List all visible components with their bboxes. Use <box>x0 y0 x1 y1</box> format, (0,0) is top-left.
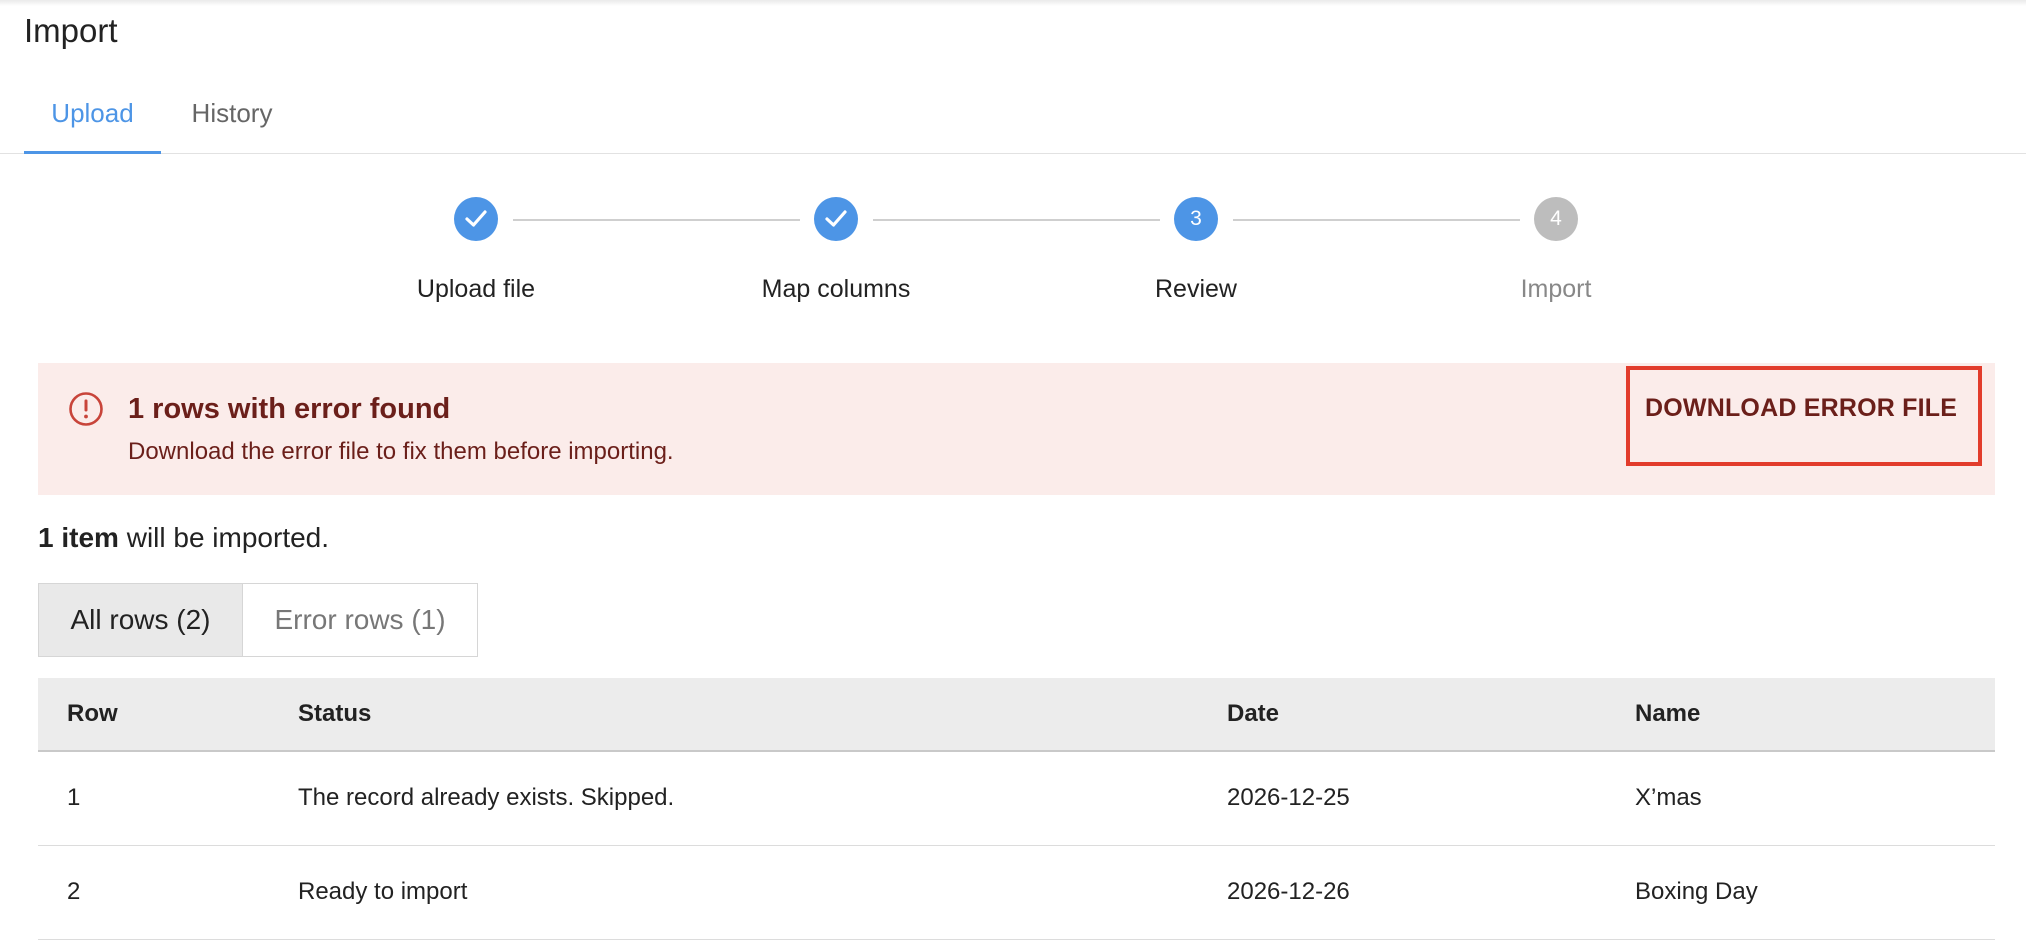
cell-name: X’mas <box>1635 784 1702 811</box>
step-2-label: Map columns <box>761 275 911 303</box>
filter-error-rows[interactable]: Error rows (1) <box>242 583 478 657</box>
step-1-check-icon <box>454 197 498 241</box>
cell-date: 2026-12-25 <box>1227 784 1350 811</box>
page-title: Import <box>24 12 118 49</box>
header-row: Row <box>67 700 118 727</box>
import-summary: 1 item will be imported. <box>38 522 329 554</box>
header-date: Date <box>1227 700 1280 727</box>
cell-status: Ready to import <box>298 878 468 905</box>
cell-name: Boxing Day <box>1635 878 1758 905</box>
step-4-label: Import <box>1520 275 1592 303</box>
step-1-label: Upload file <box>416 275 536 303</box>
step-connector <box>513 219 800 221</box>
step-2-check-icon <box>814 197 858 241</box>
tab-bar: Upload History <box>0 90 2026 154</box>
import-count: 1 item <box>38 522 119 553</box>
cell-date: 2026-12-26 <box>1227 878 1350 905</box>
table-row: 1 The record already exists. Skipped. 20… <box>38 752 1995 846</box>
step-connector <box>1233 219 1520 221</box>
header-status: Status <box>298 700 372 727</box>
cell-status: The record already exists. Skipped. <box>298 784 675 811</box>
download-error-file-button[interactable]: DOWNLOAD ERROR FILE <box>1626 366 1982 466</box>
table-row: 2 Ready to import 2026-12-26 Boxing Day <box>38 846 1995 940</box>
alert-title: 1 rows with error found <box>128 393 451 425</box>
import-stepper: 3 4 Upload file Map columns Review Impor… <box>0 195 2026 305</box>
import-summary-text: will be imported. <box>118 522 330 553</box>
step-4-circle: 4 <box>1534 197 1578 241</box>
preview-table: Row Status Date Name 1 The record alread… <box>38 678 1995 940</box>
download-error-file-label: DOWNLOAD ERROR FILE <box>1645 394 1958 422</box>
error-alert: 1 rows with error found Download the err… <box>38 363 1995 495</box>
error-circle-icon <box>68 391 104 432</box>
step-connector <box>873 219 1160 221</box>
top-shadow <box>0 0 2026 6</box>
cell-row: 1 <box>67 784 81 811</box>
step-3-label: Review <box>1155 275 1237 303</box>
table-header: Row Status Date Name <box>38 678 1995 752</box>
filter-all-rows[interactable]: All rows (2) <box>38 583 243 657</box>
cell-row: 2 <box>67 878 81 905</box>
tab-history[interactable]: History <box>167 90 297 152</box>
step-3-circle: 3 <box>1174 197 1218 241</box>
alert-message: Download the error file to fix them befo… <box>128 438 674 465</box>
header-name: Name <box>1635 700 1701 727</box>
tab-upload[interactable]: Upload <box>24 90 161 154</box>
